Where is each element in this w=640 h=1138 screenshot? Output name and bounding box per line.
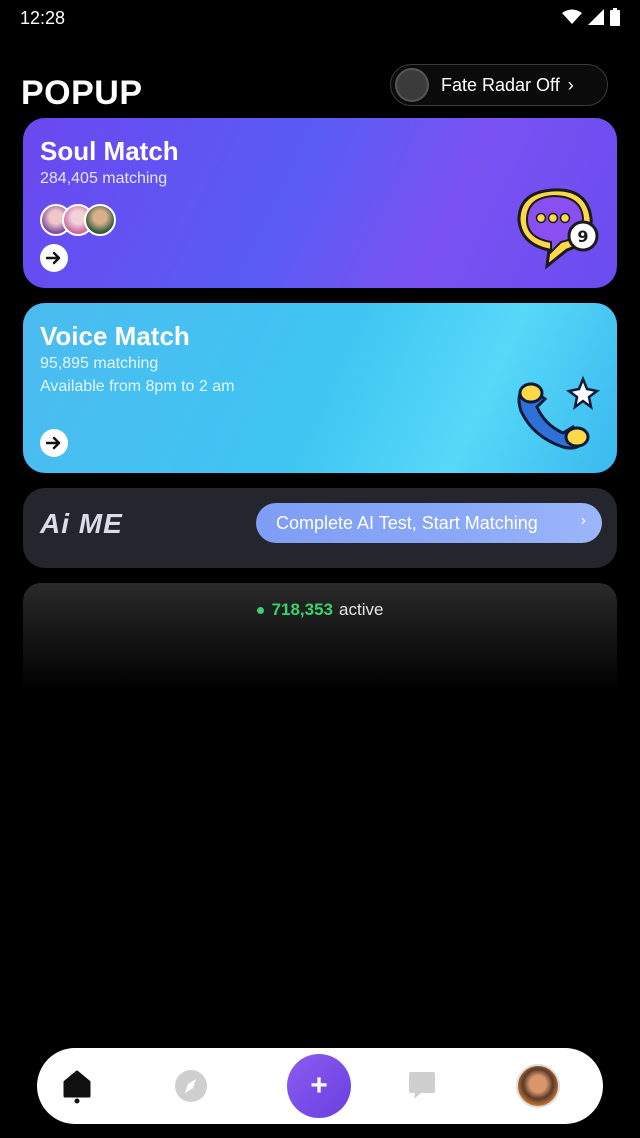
active-users-row: 718,353 active [23, 600, 617, 620]
home-icon [63, 1070, 91, 1104]
arrow-right-icon [46, 436, 61, 450]
aime-card: Ai ME Complete AI Test, Start Matching › [23, 488, 617, 568]
radar-toggle-knob [395, 68, 429, 102]
soul-match-go-button[interactable] [40, 244, 68, 272]
chevron-right-icon: › [580, 512, 586, 529]
nav-profile[interactable] [514, 1048, 562, 1124]
plus-icon: + [310, 1069, 328, 1102]
status-time: 12:28 [20, 8, 66, 28]
nav-messages[interactable] [402, 1048, 442, 1124]
active-users-panel: 718,353 active [23, 583, 617, 693]
nav-home[interactable] [57, 1048, 97, 1124]
ai-test-button-label: Complete AI Test, Start Matching [276, 512, 538, 533]
compass-icon [175, 1070, 207, 1102]
chat-bubble-icon: 9 [517, 188, 599, 270]
soul-match-count: 284,405 matching [40, 170, 168, 187]
app-title: POPUP [21, 74, 143, 112]
message-icon [409, 1072, 435, 1099]
aime-logo: Ai ME [40, 508, 123, 539]
battery-icon [610, 8, 620, 26]
matching-avatars [40, 204, 116, 236]
chevron-right-icon: › [567, 74, 574, 95]
nav-discover[interactable] [171, 1048, 211, 1124]
bottom-nav: + [37, 1048, 603, 1124]
phone-icon [517, 375, 600, 450]
ai-test-button[interactable]: Complete AI Test, Start Matching › [256, 503, 602, 543]
soul-match-title: Soul Match [40, 136, 179, 166]
create-post-button[interactable]: + [287, 1054, 351, 1118]
online-dot-icon [256, 606, 264, 614]
radar-label: Fate Radar Off [441, 74, 560, 95]
svg-text:9: 9 [577, 227, 588, 246]
active-label: active [339, 600, 384, 619]
signal-icon [588, 9, 604, 25]
status-bar: 12:28 [0, 0, 640, 36]
active-count: 718,353 [271, 600, 334, 619]
soul-match-card[interactable]: Soul Match 284,405 matching 9 [23, 118, 617, 288]
profile-avatar [516, 1064, 560, 1108]
avatar [84, 204, 116, 236]
fate-radar-toggle[interactable]: Fate Radar Off › [390, 64, 608, 106]
status-icons [562, 8, 620, 26]
arrow-right-icon [46, 251, 61, 265]
header: POPUP Fate Radar Off › [0, 64, 640, 120]
wifi-icon [562, 9, 582, 24]
voice-match-hours: Available from 8pm to 2 am [40, 378, 235, 395]
voice-match-count: 95,895 matching [40, 355, 159, 372]
voice-match-go-button[interactable] [40, 429, 68, 457]
voice-match-card[interactable]: Voice Match 95,895 matching Available fr… [23, 303, 617, 473]
voice-match-title: Voice Match [40, 321, 190, 351]
